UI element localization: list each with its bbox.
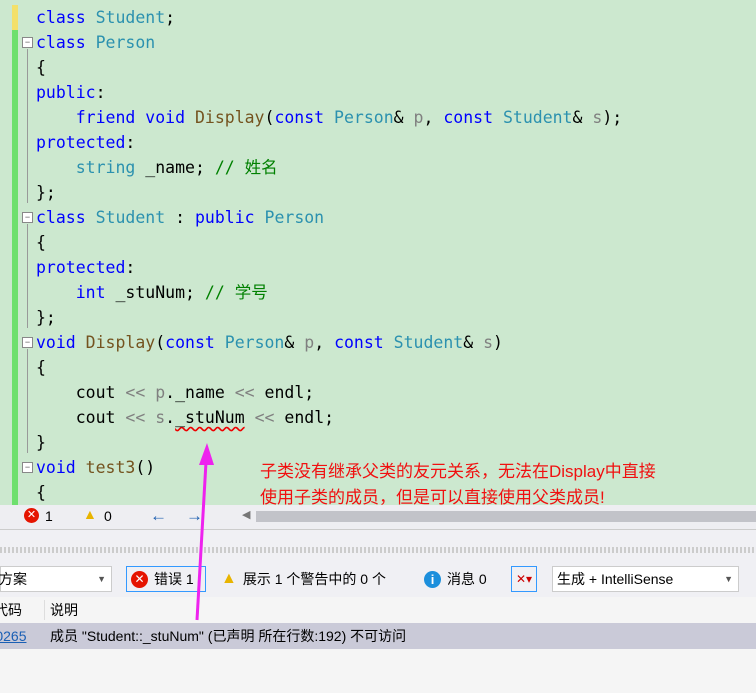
annotation-arrow [195, 443, 214, 621]
arrow-head [199, 443, 214, 465]
arrow-shaft [195, 461, 208, 621]
